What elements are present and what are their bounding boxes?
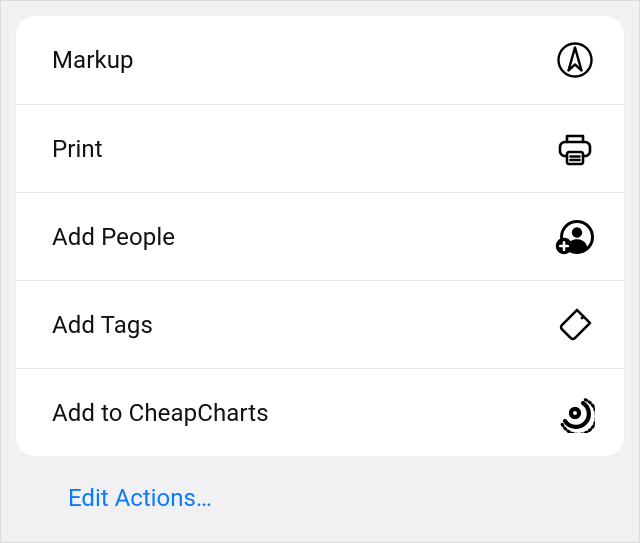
action-markup[interactable]: Markup <box>16 16 624 104</box>
action-label: Markup <box>52 46 134 74</box>
edit-actions-link[interactable]: Edit Actions… <box>16 456 624 512</box>
markup-icon <box>554 39 596 81</box>
action-add-people[interactable]: Add People <box>16 192 624 280</box>
action-label: Print <box>52 135 103 163</box>
share-sheet-actions-panel: Markup Print Add People <box>0 0 640 543</box>
tag-icon <box>554 304 596 346</box>
person-add-icon <box>554 216 596 258</box>
action-add-to-cheapcharts[interactable]: Add to CheapCharts <box>16 368 624 456</box>
action-print[interactable]: Print <box>16 104 624 192</box>
cheapcharts-icon <box>554 392 596 434</box>
printer-icon <box>554 128 596 170</box>
actions-list: Markup Print Add People <box>16 16 624 456</box>
action-label: Add Tags <box>52 311 153 339</box>
action-add-tags[interactable]: Add Tags <box>16 280 624 368</box>
action-label: Add People <box>52 223 175 251</box>
action-label: Add to CheapCharts <box>52 399 269 427</box>
